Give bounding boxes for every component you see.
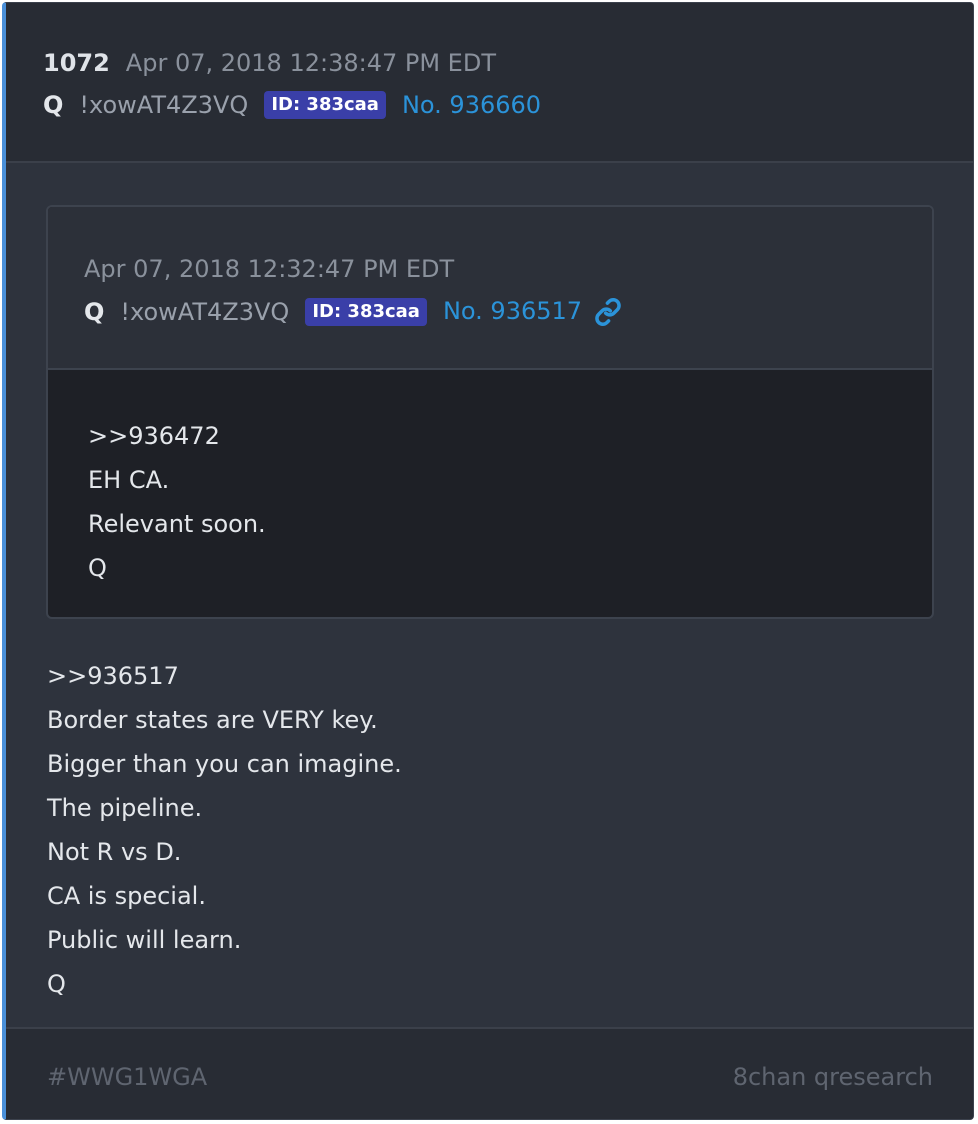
quoted-timestamp: Apr 07, 2018 12:32:47 PM EDT bbox=[84, 255, 455, 283]
quoted-tripcode: !xowAT4Z3VQ bbox=[120, 297, 290, 326]
quoted-post-link-label: No. 936517 bbox=[442, 297, 583, 325]
post-number: 1072 bbox=[43, 49, 110, 77]
post-number-link[interactable]: No. 936660 bbox=[402, 91, 541, 119]
post-footer: #WWG1WGA 8chan qresearch bbox=[6, 1027, 973, 1119]
quoted-line[interactable]: >>936472 bbox=[88, 422, 220, 450]
quoted-post: Apr 07, 2018 12:32:47 PM EDT Q !xowAT4Z3… bbox=[46, 205, 934, 619]
body-line: Public will learn. bbox=[47, 926, 242, 954]
body-line: Border states are VERY key. bbox=[47, 706, 378, 734]
post-meta-row: 1072 Apr 07, 2018 12:38:47 PM EDT bbox=[43, 49, 496, 77]
body-line: Q bbox=[47, 970, 66, 998]
post-author: Q bbox=[43, 91, 64, 119]
body-line: Bigger than you can imagine. bbox=[47, 750, 402, 778]
footer-hashtag: #WWG1WGA bbox=[47, 1063, 208, 1091]
post-id-badge: ID: 383caa bbox=[264, 91, 386, 119]
post-author-row: Q !xowAT4Z3VQ ID: 383caa No. 936660 bbox=[43, 91, 541, 119]
body-line: The pipeline. bbox=[47, 794, 203, 822]
quoted-post-header: Apr 07, 2018 12:32:47 PM EDT Q !xowAT4Z3… bbox=[48, 207, 932, 370]
body-line[interactable]: >>936517 bbox=[47, 662, 179, 690]
quoted-author-row: Q !xowAT4Z3VQ ID: 383caa No. 936517 bbox=[84, 297, 622, 326]
link-icon[interactable] bbox=[594, 298, 622, 326]
body-line: CA is special. bbox=[47, 882, 206, 910]
post-card: 1072 Apr 07, 2018 12:38:47 PM EDT Q !xow… bbox=[2, 2, 974, 1120]
body-line: Not R vs D. bbox=[47, 838, 182, 866]
post-header: 1072 Apr 07, 2018 12:38:47 PM EDT Q !xow… bbox=[6, 3, 973, 163]
quoted-post-link[interactable]: No. 936517 bbox=[443, 297, 622, 326]
quoted-author: Q bbox=[84, 297, 105, 326]
post-tripcode: !xowAT4Z3VQ bbox=[79, 91, 249, 119]
quoted-meta-row: Apr 07, 2018 12:32:47 PM EDT bbox=[84, 255, 454, 283]
footer-source: 8chan qresearch bbox=[732, 1063, 933, 1091]
quoted-line: Q bbox=[88, 554, 107, 582]
quoted-line: Relevant soon. bbox=[88, 510, 266, 538]
post-timestamp: Apr 07, 2018 12:38:47 PM EDT bbox=[125, 49, 496, 77]
quoted-id-badge: ID: 383caa bbox=[305, 297, 427, 326]
quoted-line: EH CA. bbox=[88, 466, 170, 494]
